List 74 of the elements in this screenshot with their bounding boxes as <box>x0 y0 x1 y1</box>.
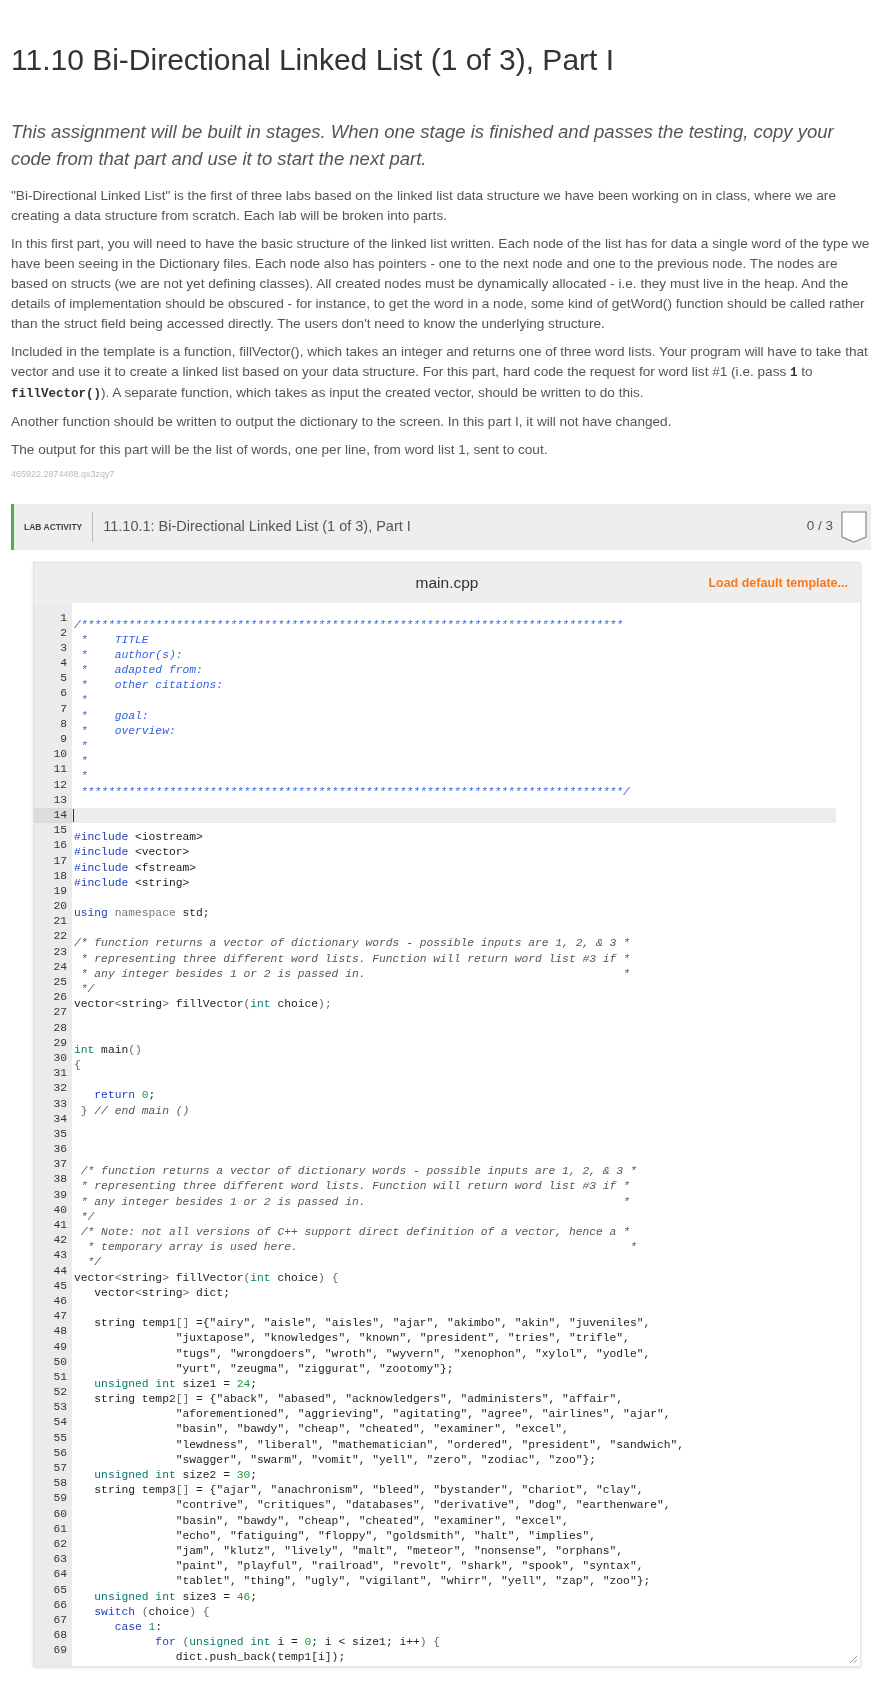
code-line: vector<string> dict; <box>93 1285 230 1301</box>
code-line: "juxtapose", "knowledges", "known", "president", "tries", "trifle", <box>174 1331 630 1347</box>
code-line: int main() <box>73 1042 142 1058</box>
code-line: switch (choice) { <box>93 1604 210 1620</box>
code-line: using namespace std; <box>73 906 210 922</box>
code-line: #include <vector> <box>73 845 190 861</box>
paragraph: Another function should be written to output the dictionary to the screen. In this part I, it will not have changed. <box>11 413 673 431</box>
code-line: */ <box>86 1255 102 1271</box>
code-line: */ <box>79 982 95 997</box>
code-line: * other citations: <box>79 678 224 694</box>
code-line: unsigned int size1 = 24; <box>93 1376 258 1392</box>
paragraph: "Bi-Directional Linked List" is the first of three labs based on the linked list data structure we have been working on in class, where we are creating a data structure from scratch. Each lab will be broken into parts. <box>11 187 837 225</box>
paragraph: In this first part, you will need to have the basic structure of the linked list written. Each node of the list has for data a single word of the type we have been seeing in the Dictionary files. Each node also has pointers - one to the next node and one to the previous node. The nodes are based on structs (we are not yet defining classes). All created nodes must be dynamically allocated - i.e. they must live in the heap. And the details of implementation should be obscured - for instance, to get the word in a node, some kind of getWord() function should be called rather than the struct field being accessed directly. The users don't need to know the underlying structure. <box>11 235 871 333</box>
code-line: "jam", "klutz", "lively", "malt", "meteor", "nonsense", "orphans", <box>174 1543 624 1559</box>
intro-text: This assignment will be built in stages. When one stage is finished and passes the testing, copy your code from that part and use it to start the next part. <box>11 120 836 171</box>
code-line: dict.push_back(temp1[i]); <box>174 1650 346 1666</box>
code-line: ********************************************************************************/ <box>79 784 630 800</box>
code-line: "contrive", "critiques", "databases", "derivative", "dog", "earthenware", <box>174 1498 671 1514</box>
code-line: "swagger", "swarm", "vomit", "yell", "zero", "zodiac", "zoo"}; <box>174 1452 596 1468</box>
code-line: string temp2[] = {"aback", "abased", "acknowledgers", "administers", "affair", <box>93 1392 624 1408</box>
code-line: "basin", "bawdy", "cheap", "cheated", "examiner", "excel", <box>174 1513 569 1529</box>
paragraph: The output for this part will be the list of words, one per line, from word list 1, sent to cout. <box>11 441 549 459</box>
code-line: "lewdness", "liberal", "mathematician", "ordered", "president", "sandwich", <box>174 1437 685 1453</box>
code-line: */ <box>79 1209 95 1225</box>
code-line: /* Note: not all versions of C++ support direct definition of a vector, hence a * <box>79 1225 630 1240</box>
code-line: /* function returns a vector of dictionary words - possible inputs are 1, 2, & 3 * <box>79 1164 637 1180</box>
code-line: vector<string> fillVector(int choice); <box>73 997 332 1013</box>
code-line: { <box>73 1057 81 1073</box>
code-line: * <box>79 754 88 770</box>
code-line: #include <iostream> <box>73 830 203 846</box>
load-template-link[interactable]: Load default template... <box>708 573 848 593</box>
code-line: * any integer besides 1 or 2 is passed in. * <box>79 966 630 982</box>
code-line: * representing three different word lists. Function will return word list #3 if * <box>79 951 630 967</box>
code-line: unsigned int size3 = 46; <box>93 1589 258 1605</box>
code-line: for (unsigned int i = 0; i < size1; i++) { <box>154 1635 441 1651</box>
code-line: string temp3[] = {"ajar", "anachronism", "bleed", "bystander", "chariot", "clay", <box>93 1483 644 1499</box>
code-line: * goal: <box>79 708 149 724</box>
code-line: "yurt", "zeugma", "ziggurat", "zootomy"}; <box>174 1361 454 1377</box>
code-line: #include <string> <box>73 875 190 891</box>
resize-handle-icon[interactable] <box>849 1655 858 1665</box>
code-line: string temp1[] ={"airy", "aisle", "aisles", "ajar", "akimbo", "akin", "juveniles", <box>93 1316 651 1332</box>
code-line: "aforementioned", "aggrieving", "agitating", "agree", "airlines", "ajar", <box>174 1407 671 1423</box>
id-code: 465922.2874488.qx3zqy7 <box>11 468 116 481</box>
code-line: "basin", "bawdy", "cheap", "cheated", "examiner", "excel", <box>174 1422 569 1438</box>
code-line: case 1: <box>113 1619 163 1635</box>
code-line: "paint", "playful", "railroad", "revolt", "shark", "spook", "syntax", <box>174 1559 644 1575</box>
code-line: * <box>79 739 88 754</box>
code-line: * representing three different word lists. Function will return word list #3 if * <box>79 1179 630 1195</box>
code-line: "tablet", "thing", "ugly", "vigilant", "whirr", "yell", "zap", "zoo"}; <box>174 1574 651 1590</box>
code-line: /******************************************************************************** <box>73 617 624 633</box>
code-line: } // end main () <box>79 1103 190 1119</box>
text-cursor <box>73 808 74 822</box>
code-line: "tugs", "wrongdoers", "wroth", "wyvern", "xenophon", "xylol", "yodle", <box>174 1346 651 1362</box>
code-line: /* function returns a vector of dictionary words - possible inputs are 1, 2, & 3 * <box>73 936 630 952</box>
score-text: 0 / 3 <box>806 517 833 536</box>
code-line: #include <fstream> <box>73 860 197 876</box>
lab-activity-title: 11.10.1: Bi-Directional Linked List (1 of 3), Part I <box>102 516 412 536</box>
code-line: * <box>79 693 88 709</box>
code-line: return 0; <box>93 1088 156 1104</box>
code-line: * <box>79 769 88 785</box>
code-line: * any integer besides 1 or 2 is passed in. * <box>79 1194 630 1210</box>
paragraph: Included in the template is a function, fillVector(), which takes an integer and returns one of three word lists. Your program will have to take that vector and use it to create a linked list based on your data structure. For this part, hard code the request for word list #1 (i.e. pass 1 to fillVector()). A separate function, which takes as input the created vector, should be written to do this. <box>11 343 869 403</box>
completion-badge-icon <box>841 510 867 543</box>
page-title: 11.10 Bi-Directional Linked List (1 of 3), Part I <box>11 42 616 78</box>
file-name: main.cpp <box>415 572 479 593</box>
code-line: * author(s): <box>79 647 183 663</box>
code-line: "echo", "fatiguing", "floppy", "goldsmith", "halt", "implies", <box>174 1528 596 1544</box>
code-line: * temporary array is used here. * <box>86 1240 637 1256</box>
lab-activity-label: LAB ACTIVITY <box>24 511 94 542</box>
code-line: * TITLE <box>79 632 149 648</box>
code-line: * adapted from: <box>79 663 203 679</box>
code-line: unsigned int size2 = 30; <box>93 1468 258 1483</box>
code-line: * overview: <box>79 723 176 739</box>
code-line: vector<string> fillVector(int choice) { <box>73 1270 339 1286</box>
